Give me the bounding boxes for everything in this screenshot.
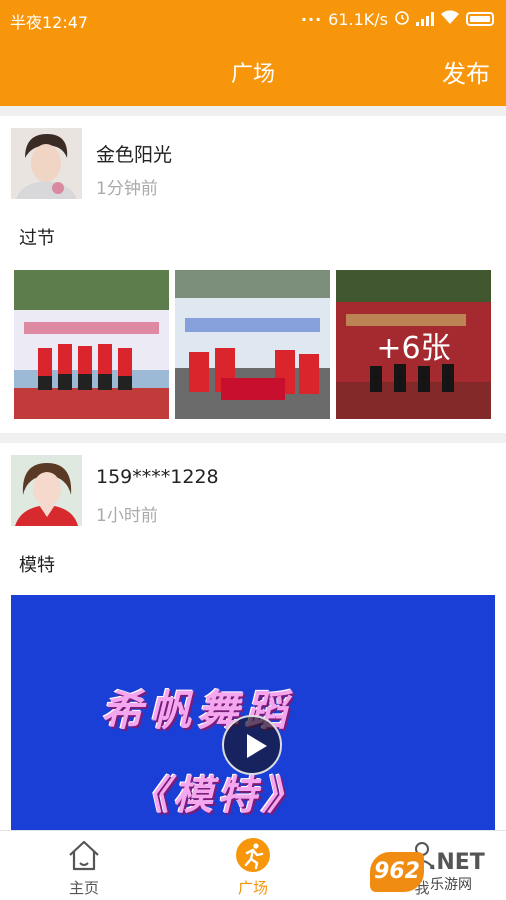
- tab-home[interactable]: 主页: [24, 831, 144, 900]
- network-speed: 61.1K/s: [328, 9, 388, 29]
- watermark-badge: 962: [370, 852, 424, 892]
- more-photos-count: +6张: [336, 270, 491, 419]
- home-icon: [66, 837, 102, 873]
- battery-icon: [466, 12, 494, 26]
- watermark-cn: 乐游网: [430, 877, 472, 893]
- post-text: 模特: [19, 555, 55, 576]
- plaza-icon: [235, 837, 271, 873]
- tab-label: 主页: [68, 879, 99, 897]
- post-video[interactable]: 希帆舞蹈 《模特》: [11, 595, 495, 830]
- publish-button[interactable]: 发布: [442, 54, 490, 89]
- signal-icon: [416, 12, 434, 26]
- page-title: 广场: [230, 62, 275, 87]
- watermark-logo: 962 .NET 乐游网: [370, 846, 502, 896]
- post-photo[interactable]: [175, 270, 330, 419]
- post-time: 1小时前: [96, 506, 158, 526]
- post-username[interactable]: 159****1228: [96, 466, 219, 488]
- post-time: 1分钟前: [96, 179, 158, 199]
- status-bar: 半夜12:47 ··· 61.1K/s: [0, 0, 506, 36]
- alarm-icon: [394, 9, 410, 29]
- tab-label: 广场: [237, 879, 268, 897]
- wifi-icon: [440, 9, 460, 29]
- tab-plaza[interactable]: 广场: [193, 831, 313, 900]
- avatar[interactable]: [11, 455, 82, 526]
- status-indicators: ··· 61.1K/s: [301, 9, 494, 29]
- post-text: 过节: [19, 228, 55, 249]
- post-photo[interactable]: [14, 270, 169, 419]
- status-dots: ···: [300, 9, 323, 29]
- post-username[interactable]: 金色阳光: [96, 140, 172, 167]
- section-divider: [0, 433, 506, 443]
- app-header: 半夜12:47 ··· 61.1K/s 广场 发布: [0, 0, 506, 106]
- section-divider: [0, 106, 506, 116]
- avatar[interactable]: [11, 128, 82, 199]
- post-photo[interactable]: +6张: [336, 270, 491, 419]
- play-icon[interactable]: [222, 715, 282, 775]
- video-subtitle: 《模特》: [129, 772, 305, 819]
- watermark-net: .NET: [428, 850, 485, 875]
- status-time: 半夜12:47: [10, 13, 89, 32]
